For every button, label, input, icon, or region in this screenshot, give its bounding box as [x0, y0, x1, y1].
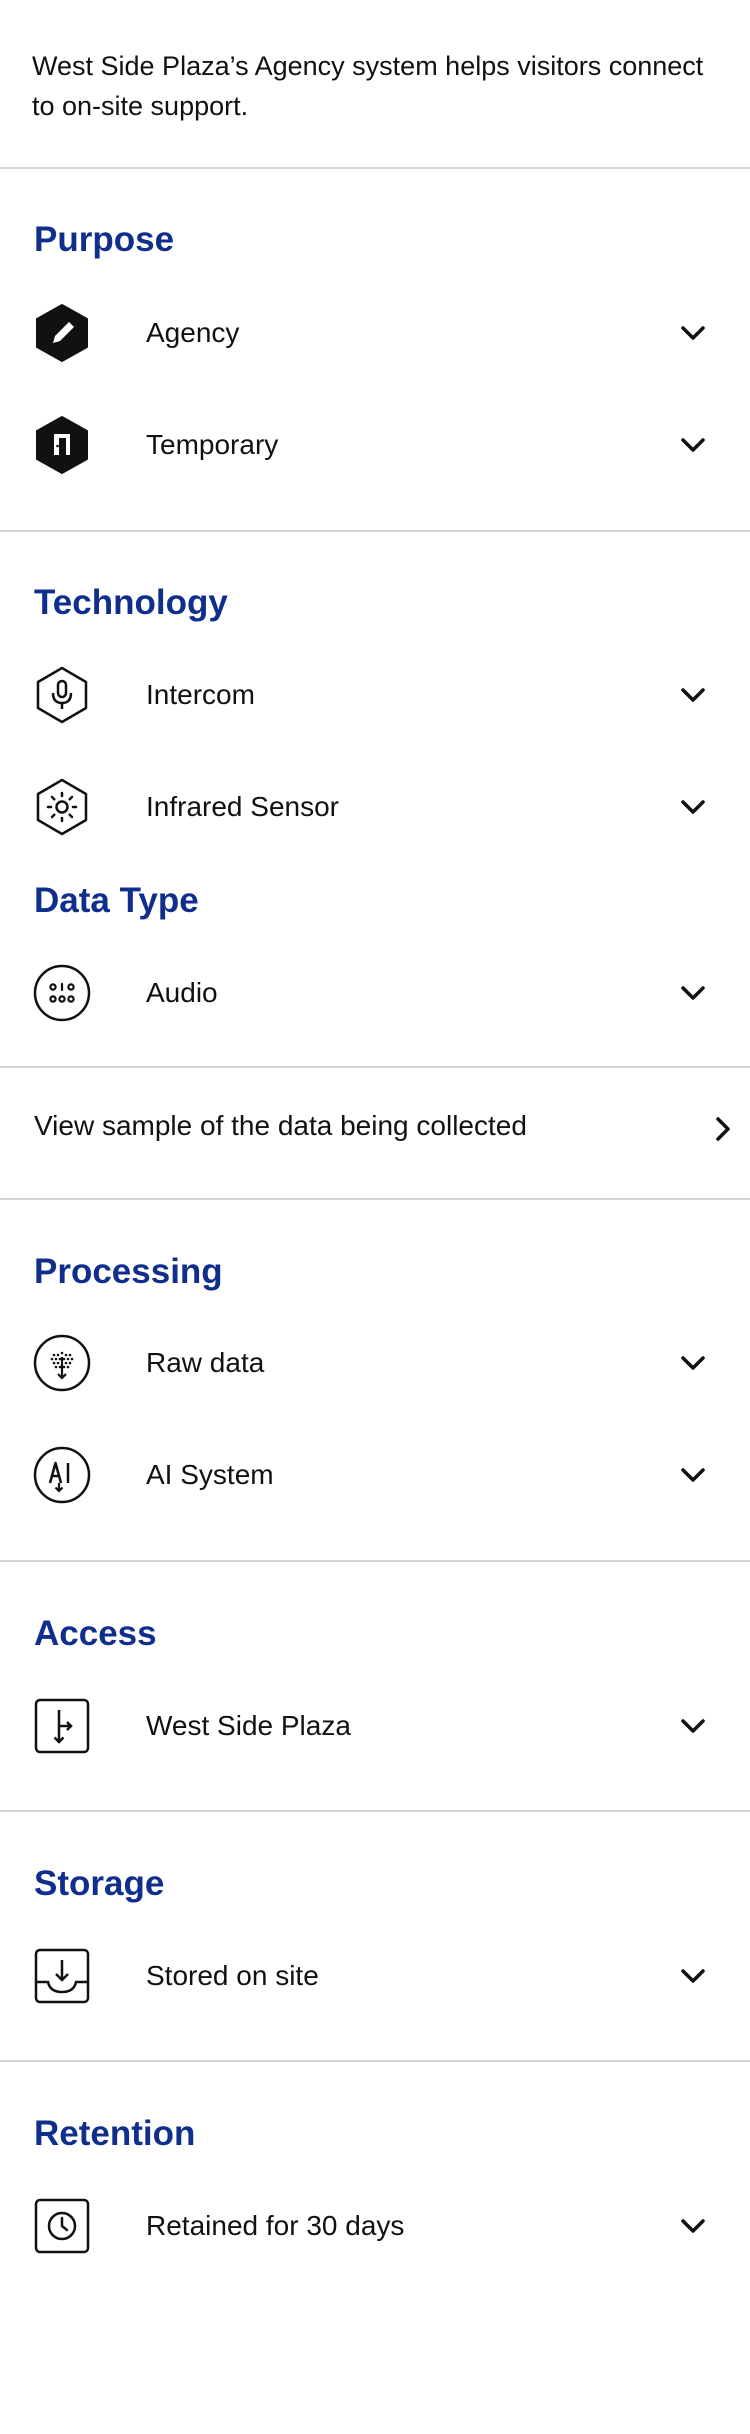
tray-download-icon — [32, 1946, 92, 2006]
page: West Side Plaza’s Agency system helps vi… — [0, 0, 750, 2434]
chevron-down-icon[interactable] — [679, 981, 707, 1005]
divider — [0, 530, 750, 532]
purpose-item-temporary[interactable]: Temporary — [0, 405, 750, 485]
chevron-down-icon[interactable] — [679, 321, 707, 345]
view-sample-link[interactable]: View sample of the data being collected — [0, 1068, 750, 1198]
section-title-technology: Technology — [34, 583, 228, 622]
chevron-down-icon[interactable] — [679, 795, 707, 819]
chevron-right-icon[interactable] — [713, 1114, 733, 1144]
chevron-down-icon[interactable] — [679, 433, 707, 457]
access-item-west-side-plaza[interactable]: West Side Plaza — [0, 1686, 750, 1766]
section-title-purpose: Purpose — [34, 220, 175, 259]
processing-item-label: AI System — [146, 1459, 274, 1490]
section-title-processing: Processing — [34, 1252, 223, 1291]
section-title-retention: Retention — [34, 2114, 196, 2153]
technology-item-intercom[interactable]: Intercom — [0, 655, 750, 735]
technology-item-label: Intercom — [146, 679, 255, 710]
chevron-down-icon[interactable] — [679, 2214, 707, 2238]
retention-item-30-days[interactable]: Retained for 30 days — [0, 2186, 750, 2266]
view-sample-label: View sample of the data being collected — [34, 1110, 527, 1141]
storage-item-stored-on-site[interactable]: Stored on site — [0, 1936, 750, 2016]
divider — [0, 167, 750, 169]
data-type-item-label: Audio — [146, 977, 218, 1008]
data-type-item-audio[interactable]: Audio — [0, 953, 750, 1033]
storage-item-label: Stored on site — [146, 1960, 319, 1991]
intro-text: West Side Plaza’s Agency system helps vi… — [32, 51, 704, 121]
divider — [0, 1810, 750, 1812]
chevron-down-icon[interactable] — [679, 1964, 707, 1988]
section-title-access: Access — [34, 1614, 157, 1653]
purpose-item-agency[interactable]: Agency — [0, 293, 750, 373]
door-hexagon-icon — [32, 415, 92, 475]
chevron-down-icon[interactable] — [679, 683, 707, 707]
access-square-icon — [32, 1696, 92, 1756]
ai-circle-icon — [32, 1445, 92, 1505]
pencil-hexagon-icon — [32, 303, 92, 363]
raw-data-circle-icon — [32, 1333, 92, 1393]
section-title-storage: Storage — [34, 1864, 165, 1903]
processing-item-label: Raw data — [146, 1347, 265, 1378]
section-title-data-type: Data Type — [34, 881, 199, 920]
divider — [0, 2060, 750, 2062]
audio-circle-icon — [32, 963, 92, 1023]
processing-item-raw-data[interactable]: Raw data — [0, 1323, 750, 1403]
sun-hexagon-icon — [32, 777, 92, 837]
chevron-down-icon[interactable] — [679, 1714, 707, 1738]
microphone-hexagon-icon — [32, 665, 92, 725]
processing-item-ai-system[interactable]: AI System — [0, 1435, 750, 1515]
chevron-down-icon[interactable] — [679, 1351, 707, 1375]
purpose-item-label: Temporary — [146, 429, 279, 460]
chevron-down-icon[interactable] — [679, 1463, 707, 1487]
retention-item-label: Retained for 30 days — [146, 2210, 405, 2241]
purpose-item-label: Agency — [146, 317, 240, 348]
divider — [0, 1198, 750, 1200]
technology-item-infrared-sensor[interactable]: Infrared Sensor — [0, 767, 750, 847]
divider — [0, 1560, 750, 1562]
technology-item-label: Infrared Sensor — [146, 791, 339, 822]
access-item-label: West Side Plaza — [146, 1710, 351, 1741]
clock-square-icon — [32, 2196, 92, 2256]
